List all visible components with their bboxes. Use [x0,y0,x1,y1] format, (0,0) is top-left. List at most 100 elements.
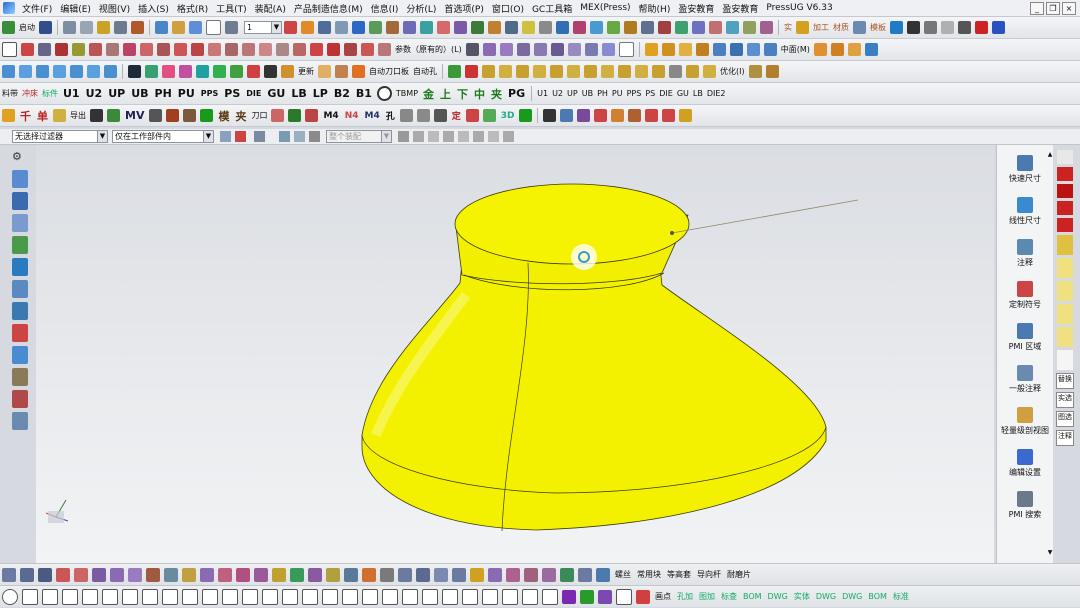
snap-curve-icon[interactable] [471,21,484,34]
snap-small3-icon[interactable] [428,131,439,142]
strip-red-icon[interactable] [1057,167,1073,181]
equal-height-sleeve-button[interactable]: 等高套 [667,569,691,580]
process-studio-icon[interactable] [12,346,28,364]
menu-insert[interactable]: 插入(S) [134,2,173,15]
part-navigator-icon[interactable] [12,214,28,232]
offset-icon[interactable] [140,43,153,56]
red-grid-icon[interactable] [636,589,650,604]
strip-note3-icon[interactable] [1057,304,1073,324]
paste-icon[interactable] [131,21,144,34]
display-mode-icon[interactable] [206,20,221,35]
rotate-icon[interactable] [760,21,773,34]
face6-icon[interactable] [567,43,581,56]
draw-point-button[interactable]: 画点 [655,591,671,602]
chain-tool-icon[interactable] [282,588,298,605]
circle-tool-icon[interactable] [2,588,18,605]
dim-tool-icon[interactable] [242,588,258,605]
clamp-button[interactable]: 夹 [491,86,502,102]
adjust-icon[interactable] [305,109,319,122]
clip-icon[interactable] [641,21,654,34]
red-tool-icon[interactable] [247,65,260,78]
strip-button[interactable]: 料带 [2,88,18,99]
step-icon[interactable] [344,43,357,56]
fix-button[interactable]: 定 [452,109,461,122]
menu-info[interactable]: 信息(I) [367,2,403,15]
sketch-extra7-icon[interactable] [442,588,458,605]
start-icon[interactable] [2,21,15,34]
split-icon[interactable] [416,109,430,122]
extend-icon[interactable] [225,43,238,56]
text-T-icon[interactable] [975,21,988,34]
line-tool-icon[interactable] [82,588,98,605]
face-pick-icon[interactable] [183,109,197,122]
sketch-extra4-icon[interactable] [382,588,398,605]
all-button[interactable]: 金 [423,86,434,102]
edge-tool5-icon[interactable] [470,567,484,582]
dwg-group-button[interactable]: DWG [842,592,862,601]
measure-icon[interactable] [573,21,586,34]
menu-edit[interactable]: 编辑(E) [56,2,95,15]
tools-icon[interactable] [924,21,937,34]
reuse-library-icon[interactable] [12,236,28,254]
snap-pole-icon[interactable] [505,21,518,34]
annotation-button[interactable]: 注释 [1056,430,1074,446]
export-icon[interactable] [53,109,66,122]
undo-icon[interactable] [63,21,76,34]
menu-tools[interactable]: 工具(T) [212,2,251,15]
menu-format[interactable]: 格式(R) [173,2,212,15]
export-button[interactable]: 导出 [70,110,86,121]
hide-icon[interactable] [309,131,320,142]
lightweight-section-button[interactable]: 轻量级剖视图 [997,407,1053,436]
pan-icon[interactable] [743,21,756,34]
block-gold9-icon[interactable] [618,65,631,78]
guide-rod-button[interactable]: 导向杆 [697,569,721,580]
layer-select[interactable]: 1 ▼ [244,21,282,34]
gray-cube-icon[interactable] [669,65,682,78]
close-icon[interactable]: × [1062,1,1076,15]
material-button[interactable]: 材质 [833,22,849,33]
arc-icon[interactable] [293,43,306,56]
snap-end-icon[interactable] [369,21,382,34]
strip6-icon[interactable] [87,65,100,78]
system-materials-icon[interactable] [12,324,28,342]
chamfer-icon[interactable] [123,43,136,56]
mine-icon[interactable] [482,109,496,122]
image-add-button[interactable]: 图加 [699,591,715,602]
fillet-curve-icon[interactable] [361,43,374,56]
face2-icon[interactable] [499,43,513,56]
mold-wizard-icon[interactable] [890,21,903,34]
group-icon[interactable] [662,109,676,122]
block-gold8-icon[interactable] [601,65,614,78]
roles-icon[interactable] [12,390,28,408]
plate-ph-small-button[interactable]: PH [597,89,608,98]
mold-button[interactable]: 模 [218,108,229,124]
type-filter-select[interactable]: 无选择过滤器 ▼ [12,130,108,143]
surface2-icon[interactable] [110,567,124,582]
edge-tool8-icon[interactable] [524,567,538,582]
pen-icon[interactable] [465,43,479,56]
mesh-icon[interactable] [796,21,809,34]
plate-ps-small-button[interactable]: PS [645,89,655,98]
auto-hole-button[interactable]: 自动孔 [413,66,437,77]
plate-ub-small-button[interactable]: UB [582,89,593,98]
edge-tool12-icon[interactable] [596,567,610,582]
plate-pu-small-button[interactable]: PU [612,89,623,98]
menu-view[interactable]: 视图(V) [95,2,134,15]
strip4-icon[interactable] [53,65,66,78]
history-icon[interactable] [12,280,28,298]
plate-pg-button[interactable]: PG [508,87,525,100]
point-icon[interactable] [55,43,68,56]
view-icon[interactable] [279,131,290,142]
cylinder-icon[interactable] [729,43,743,56]
green2-tool-icon[interactable] [213,65,226,78]
replace-button[interactable]: 替换 [1056,373,1074,389]
orange-pick-icon[interactable] [611,109,625,122]
black-tool-icon[interactable] [264,65,277,78]
face4-icon[interactable] [533,43,547,56]
boss-icon[interactable] [695,43,709,56]
update-button[interactable]: 更新 [298,66,314,77]
green-hole-icon[interactable] [288,109,302,122]
draw-icon[interactable] [941,21,954,34]
snap-small-icon[interactable] [398,131,409,142]
divide-icon[interactable] [242,43,255,56]
